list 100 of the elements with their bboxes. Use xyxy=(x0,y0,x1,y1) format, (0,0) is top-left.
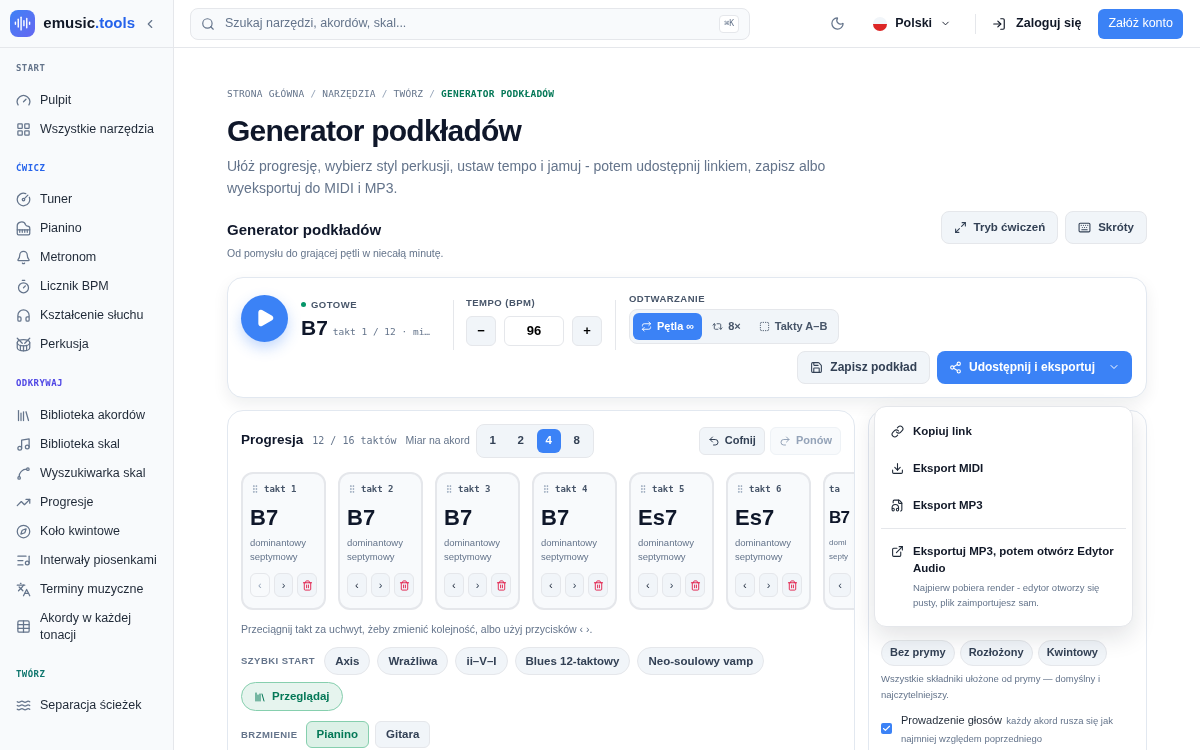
sidebar-item[interactable]: Pianino xyxy=(16,214,157,243)
preset-chip[interactable]: Wrażliwa xyxy=(377,647,449,676)
external-link-icon xyxy=(891,544,904,558)
bar-card[interactable]: takt 1 B7 dominantowy septymowy ‹ › xyxy=(241,471,326,610)
sidebar-item[interactable]: Progresje xyxy=(16,487,157,517)
sidebar-item[interactable]: Wszystkie narzędzia xyxy=(16,114,157,144)
sidebar-item[interactable]: Wyszukiwarka skal xyxy=(16,458,157,488)
bar-card[interactable]: takt 6 Es7 dominantowy septymowy ‹ › xyxy=(726,471,811,610)
bar-card[interactable]: takt 5 Es7 dominantowy septymowy ‹ › xyxy=(629,471,714,610)
drum-icon xyxy=(16,337,31,352)
drag-handle-icon[interactable] xyxy=(444,484,454,495)
preset-chip[interactable]: ii–V–I xyxy=(455,647,508,676)
move-right-button[interactable]: › xyxy=(758,573,779,597)
segment-option[interactable]: Pętla ∞ xyxy=(633,312,703,340)
voice-leading-text: Prowadzenie głosów każdy akord rusza się jak najmniej względem poprzedniego xyxy=(901,712,1114,746)
list-music-icon xyxy=(16,552,31,568)
delete-icon[interactable] xyxy=(394,573,414,597)
breadcrumb-link[interactable]: GENERATOR PODKŁADÓW xyxy=(441,87,555,102)
save-button[interactable]: Zapisz podkład xyxy=(797,350,930,384)
drag-handle-icon[interactable] xyxy=(541,484,551,495)
bar-card[interactable]: ta B7 domi septy ‹ xyxy=(823,471,854,610)
decrease-button[interactable]: − xyxy=(466,315,496,346)
drag-handle-icon[interactable] xyxy=(735,484,745,495)
voicing-chip[interactable]: Kwintowy xyxy=(1037,639,1107,666)
login-button[interactable]: Zaloguj się xyxy=(992,14,1082,33)
play-button[interactable] xyxy=(241,294,288,342)
menu-item[interactable]: Kopiuj link xyxy=(881,412,1126,450)
sidebar-item[interactable]: Pulpit xyxy=(16,85,157,115)
segment-option[interactable]: 2 xyxy=(508,428,533,453)
browse-button[interactable]: Przeglądaj xyxy=(241,682,343,712)
breadcrumb-link[interactable]: STRONA GŁÓWNA xyxy=(227,87,305,102)
sidebar-item[interactable]: Biblioteka akordów xyxy=(16,400,157,430)
search-bar[interactable]: Szukaj narzędzi, akordów, skal... ⌘K xyxy=(190,7,750,40)
delete-icon[interactable] xyxy=(297,573,317,597)
brand-link[interactable]: emusic.tools xyxy=(43,12,135,35)
section-heading: ODKRYWAJ xyxy=(16,377,64,390)
share-button[interactable]: Udostępnij i eksportuj xyxy=(937,350,1132,384)
section-heading: ĆWICZ xyxy=(16,161,47,175)
sidebar-item[interactable]: Terminy muzyczne xyxy=(16,574,157,604)
menu-item[interactable]: Eksport MIDI xyxy=(881,449,1126,487)
move-left-button[interactable]: ‹ xyxy=(541,573,561,597)
delete-icon[interactable] xyxy=(782,573,802,597)
segment-option[interactable]: Takty A–B xyxy=(750,312,836,340)
menu-item[interactable]: Eksport MP3 xyxy=(881,486,1126,524)
theme-toggle-icon[interactable] xyxy=(830,16,846,31)
move-left-button[interactable]: ‹ xyxy=(829,573,851,597)
move-left-button[interactable]: ‹ xyxy=(638,573,658,597)
move-right-button[interactable]: › xyxy=(370,573,391,597)
chip[interactable]: Pianino xyxy=(305,721,370,749)
login-icon xyxy=(992,16,1007,31)
drag-handle-icon[interactable] xyxy=(347,484,357,495)
breadcrumb-link[interactable]: TWÓRZ xyxy=(393,87,424,102)
move-right-button[interactable]: › xyxy=(661,573,682,597)
voice-leading-checkbox[interactable] xyxy=(881,723,892,734)
preset-chip[interactable]: Blues 12-taktowy xyxy=(514,647,631,676)
segment-option[interactable]: 8× xyxy=(704,312,749,340)
menu-item[interactable]: Eksportuj MP3, potem otwórz Edytor Audio Najpierw pobiera render - edytor otworzy się pusty, plik zaimportujesz sam. xyxy=(881,532,1126,620)
sidebar-item[interactable]: Separacja ścieżek xyxy=(16,691,157,720)
shortcuts-button[interactable]: Skróty xyxy=(1065,211,1147,245)
chord-quality: dominantowy septymowy xyxy=(638,536,695,564)
move-right-button[interactable]: › xyxy=(467,573,488,597)
drag-handle-icon[interactable] xyxy=(638,484,648,495)
sidebar-item[interactable]: Akordy w każdej tonacji xyxy=(16,603,157,650)
sidebar-item[interactable]: Kształcenie słuchu xyxy=(16,301,157,330)
bar-card[interactable]: takt 3 B7 dominantowy septymowy ‹ › xyxy=(435,471,520,610)
language-selector[interactable]: Polski xyxy=(873,14,952,33)
bar-card[interactable]: takt 4 B7 dominantowy septymowy ‹ › xyxy=(532,471,617,610)
move-left-button[interactable]: ‹ xyxy=(735,573,755,597)
move-right-button[interactable]: › xyxy=(564,573,585,597)
voicing-chip[interactable]: Bez prymy xyxy=(881,639,955,666)
sidebar-item[interactable]: Perkusja xyxy=(16,330,157,359)
sidebar-item[interactable]: Koło kwintowe xyxy=(16,516,157,546)
preset-chip[interactable]: Neo-soulowy vamp xyxy=(637,647,765,676)
dashed-square-icon xyxy=(758,320,770,332)
increase-button[interactable]: + xyxy=(572,315,602,346)
sidebar-item[interactable]: Tuner xyxy=(16,185,157,214)
move-left-button[interactable]: ‹ xyxy=(347,573,367,597)
segment-option[interactable]: 8 xyxy=(564,428,589,453)
preset-chip[interactable]: Axis xyxy=(324,647,371,676)
voicing-chip[interactable]: Rozłożony xyxy=(959,639,1033,666)
sidebar-item[interactable]: Licznik BPM xyxy=(16,272,157,301)
move-right-button[interactable]: › xyxy=(273,573,294,597)
signup-button[interactable]: Załóż konto xyxy=(1098,8,1183,39)
bar-card[interactable]: takt 2 B7 dominantowy septymowy ‹ › xyxy=(338,471,423,610)
tempo-field[interactable]: 96 xyxy=(504,315,564,346)
practice-mode-button[interactable]: Tryb ćwiczeń xyxy=(940,211,1059,245)
sidebar-item[interactable]: Interwały piosenkami xyxy=(16,545,157,575)
segment-option[interactable]: 1 xyxy=(480,428,505,453)
segment-option[interactable]: 4 xyxy=(536,428,561,453)
breadcrumb-link[interactable]: NARZĘDZIA xyxy=(322,87,376,102)
undo-button[interactable]: Cofnij xyxy=(698,426,765,455)
move-left-button[interactable]: ‹ xyxy=(444,573,464,597)
delete-icon[interactable] xyxy=(685,573,705,597)
chip[interactable]: Gitara xyxy=(375,721,431,749)
sidebar-item[interactable]: Metronom xyxy=(16,243,157,272)
search-field[interactable]: Szukaj narzędzi, akordów, skal... xyxy=(225,14,710,33)
sidebar-item[interactable]: Biblioteka skal xyxy=(16,429,157,459)
delete-icon[interactable] xyxy=(588,573,608,597)
drag-handle-icon[interactable] xyxy=(250,484,260,495)
delete-icon[interactable] xyxy=(491,573,511,597)
